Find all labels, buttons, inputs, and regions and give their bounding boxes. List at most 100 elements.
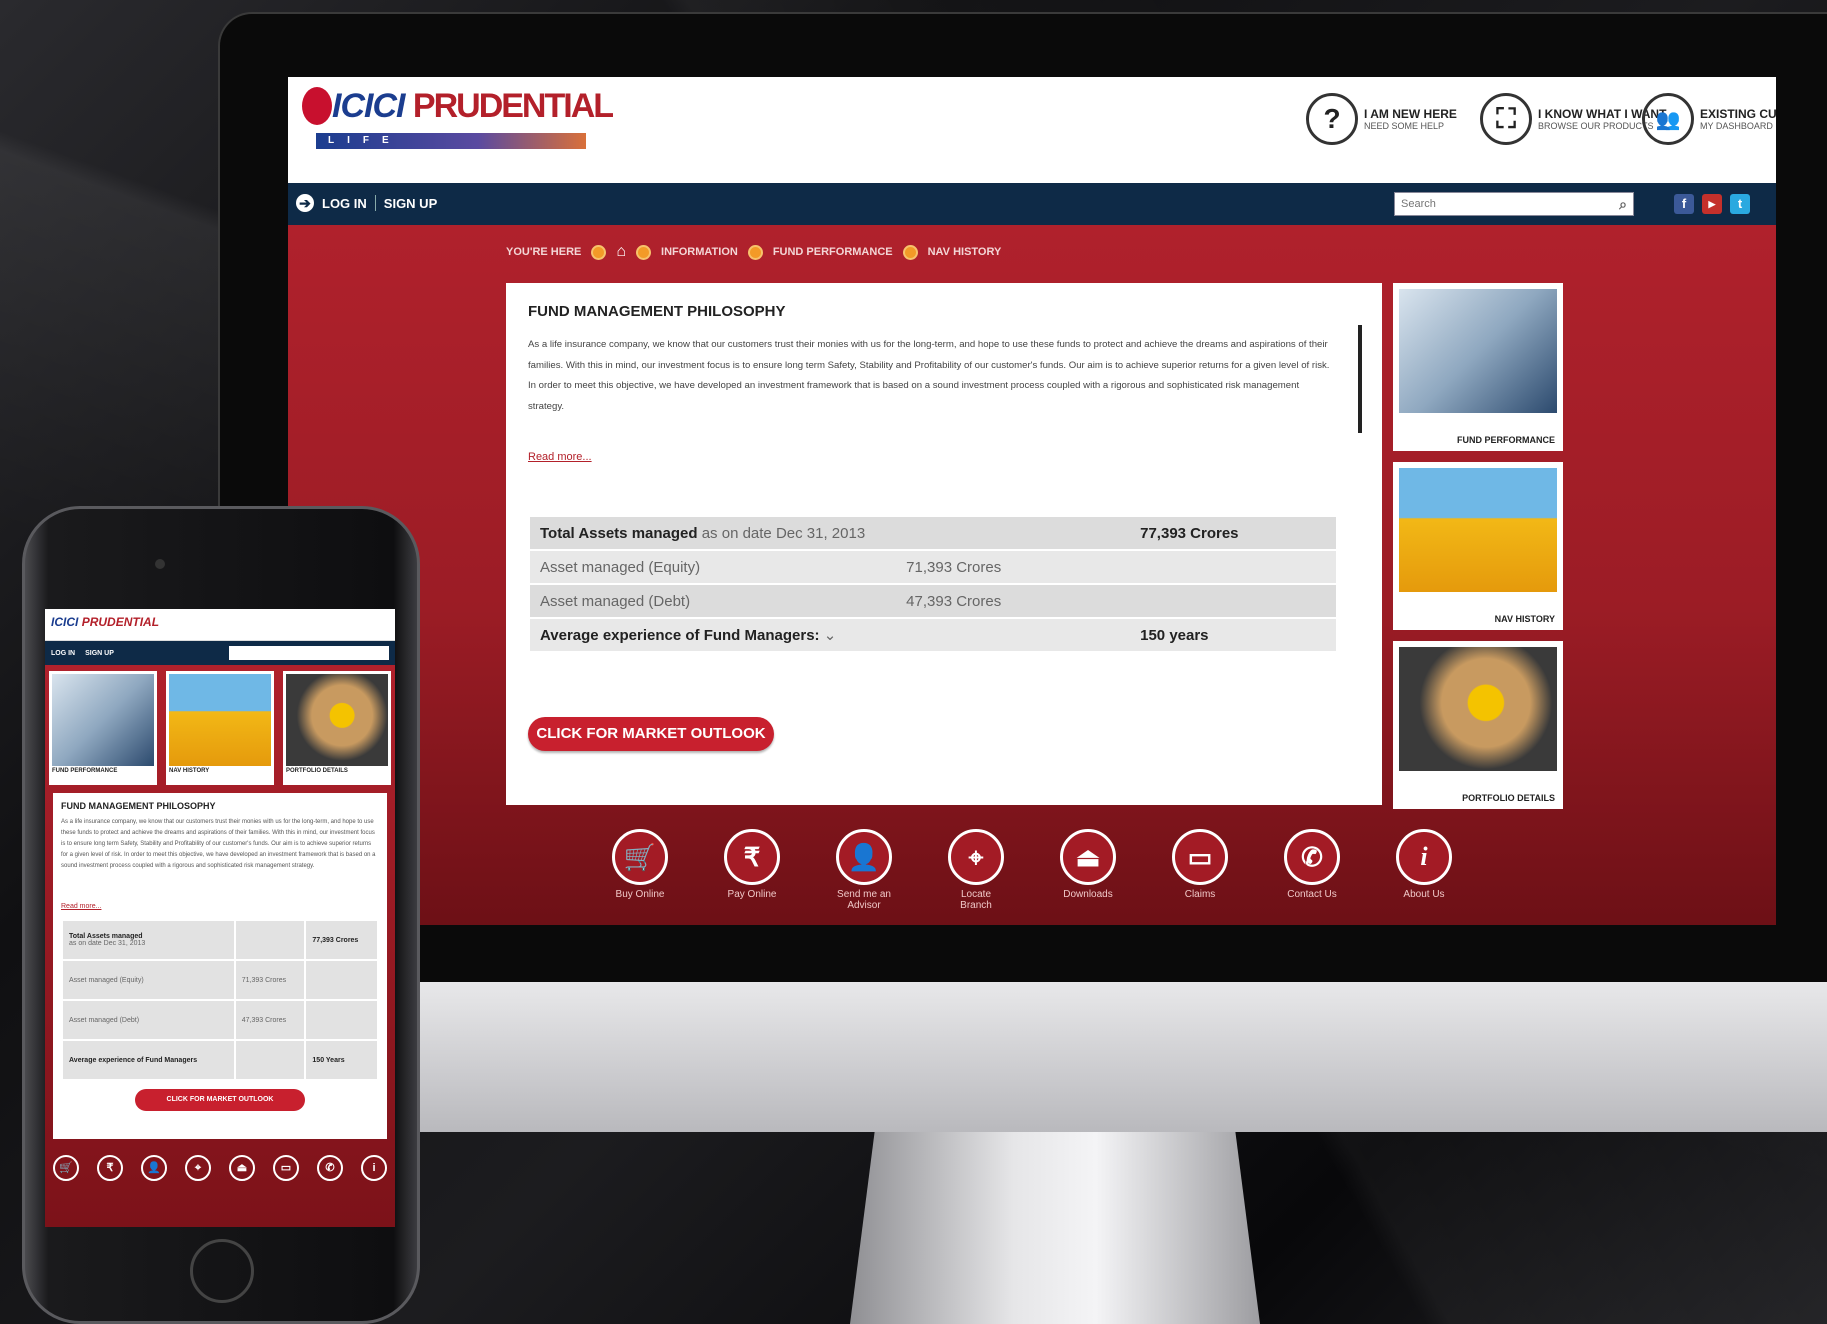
claims-icon[interactable]: ▭ <box>273 1155 299 1181</box>
read-more-link[interactable]: Read more... <box>528 451 592 463</box>
breadcrumb-nav-history[interactable]: NAV HISTORY <box>928 246 1002 258</box>
scrollbar[interactable] <box>1358 325 1362 433</box>
experience-label: Average experience of Fund Managers: <box>540 627 820 644</box>
mobile-search-input[interactable] <box>229 646 389 660</box>
brand-name-b: PRUDENTIAL <box>412 87 614 125</box>
claims-icon: ▭ <box>1172 829 1228 885</box>
thumb-caption: FUND PERFORMANCE <box>1457 435 1555 445</box>
bullet-icon <box>902 244 918 260</box>
search-icon[interactable]: ⌕ <box>1619 196 1627 213</box>
top-navbar: ➔ LOG IN SIGN UP ⌕ f ▶ t <box>288 183 1776 225</box>
search-input[interactable] <box>1401 198 1591 210</box>
download-icon[interactable]: ⏏ <box>229 1155 255 1181</box>
experience-value: 150 Years <box>306 1041 377 1079</box>
bullet-icon <box>591 244 607 260</box>
header-link-title: EXISTING CUSTOMER <box>1700 107 1776 121</box>
footer-claims[interactable]: ▭ Claims <box>1171 829 1229 911</box>
thumb-fund-performance[interactable]: FUND PERFORMANCE <box>1393 283 1563 451</box>
header-link-existing[interactable]: 👥 EXISTING CUSTOMERMY DASHBOARD <box>1642 89 1776 149</box>
equity-value: 71,393 Crores <box>896 551 1131 583</box>
logo-mark-icon <box>302 87 332 125</box>
thumb-caption: NAV HISTORY <box>169 768 210 774</box>
brand-name-a: ICICI <box>332 87 405 125</box>
cart-icon[interactable]: 🛒 <box>53 1155 79 1181</box>
total-label: Total Assets managed <box>540 524 698 542</box>
phone-icon: ✆ <box>1284 829 1340 885</box>
divider <box>374 195 376 211</box>
footer-label: Claims <box>1184 889 1216 900</box>
mobile-brand-b: PRUDENTIAL <box>81 615 160 629</box>
breadcrumb-information[interactable]: INFORMATION <box>661 246 738 258</box>
signup-link[interactable]: SIGN UP <box>384 196 437 211</box>
total-label: Total Assets managed <box>69 933 143 940</box>
advisor-icon[interactable]: 👤 <box>141 1155 167 1181</box>
home-icon[interactable]: ⌂ <box>616 243 626 261</box>
footer-icons: 🛒 Buy Online ₹ Pay Online 👤 Send me an Advi… <box>288 829 1776 911</box>
login-link[interactable]: LOG IN <box>322 196 367 211</box>
footer-advisor[interactable]: 👤 Send me an Advisor <box>835 829 893 911</box>
phone-icon[interactable]: ✆ <box>317 1155 343 1181</box>
mobile-navbar: LOG IN SIGN UP <box>45 641 395 665</box>
arrows-image <box>1399 468 1557 592</box>
box-icon: ⛶ <box>1480 93 1532 145</box>
business-people-image <box>52 674 154 766</box>
breadcrumb-prefix: YOU'RE HERE <box>506 246 582 258</box>
header-link-new[interactable]: ? I AM NEW HERE NEED SOME HELP <box>1306 89 1457 149</box>
compass-icon[interactable]: ⌖ <box>185 1155 211 1181</box>
table-row: Asset managed (Debt) 47,393 Crores <box>530 585 1336 617</box>
table-row: Total Assets managed as on date Dec 31, 2… <box>63 921 377 959</box>
footer-contact[interactable]: ✆ Contact Us <box>1283 829 1341 911</box>
main-area: YOU'RE HERE ⌂ INFORMATION FUND PERFORMAN… <box>288 225 1776 925</box>
youtube-icon[interactable]: ▶ <box>1702 194 1722 214</box>
header-link-products[interactable]: ⛶ I KNOW WHAT I WANT BROWSE OUR PRODUCTS <box>1480 89 1666 149</box>
pay-icon[interactable]: ₹ <box>97 1155 123 1181</box>
table-row: Average experience of Fund Managers: ⌄ 1… <box>530 619 1336 651</box>
home-button[interactable] <box>190 1239 254 1303</box>
desktop-screen: ICICI PRUDENTIAL LIFE INSURANCE ? I AM N… <box>288 77 1776 925</box>
facebook-icon[interactable]: f <box>1674 194 1694 214</box>
mobile-read-more-link[interactable]: Read more... <box>61 903 101 910</box>
compass-icon: ⌖ <box>948 829 1004 885</box>
mobile-login-link[interactable]: LOG IN <box>51 650 75 657</box>
thumb-portfolio-details[interactable]: PORTFOLIO DETAILS <box>1393 641 1563 809</box>
chevron-down-icon[interactable]: ⌄ <box>824 627 837 644</box>
mobile-market-outlook-button[interactable]: CLICK FOR MARKET OUTLOOK <box>135 1089 305 1111</box>
footer-buy-online[interactable]: 🛒 Buy Online <box>611 829 669 911</box>
footer-about[interactable]: i About Us <box>1395 829 1453 911</box>
header-link-title: I AM NEW HERE <box>1364 107 1457 121</box>
table-row: Average experience of Fund Managers 150 Y… <box>63 1041 377 1079</box>
content-panel: FUND MANAGEMENT PHILOSOPHY As a life ins… <box>506 283 1382 805</box>
mobile-thumb-portfolio[interactable]: PORTFOLIO DETAILS <box>283 671 391 785</box>
info-icon[interactable]: i <box>361 1155 387 1181</box>
mobile-thumb-nav[interactable]: NAV HISTORY <box>166 671 274 785</box>
footer-locate-branch[interactable]: ⌖ Locate Branch <box>947 829 1005 911</box>
advisor-icon: 👤 <box>836 829 892 885</box>
site-header: ICICI PRUDENTIAL LIFE INSURANCE ? I AM N… <box>288 77 1776 183</box>
bullet-icon <box>747 244 763 260</box>
thumb-nav-history[interactable]: NAV HISTORY <box>1393 462 1563 630</box>
mobile-thumb-fund[interactable]: FUND PERFORMANCE <box>49 671 157 785</box>
market-outlook-button[interactable]: CLICK FOR MARKET OUTLOOK <box>528 717 774 751</box>
experience-label: Average experience of Fund Managers <box>63 1041 234 1079</box>
footer-downloads[interactable]: ⏏ Downloads <box>1059 829 1117 911</box>
brand-logo[interactable]: ICICI PRUDENTIAL LIFE INSURANCE <box>296 83 656 162</box>
page-title: FUND MANAGEMENT PHILOSOPHY <box>528 303 786 320</box>
mobile-content-card: FUND MANAGEMENT PHILOSOPHY As a life ins… <box>53 793 387 1139</box>
footer-pay-online[interactable]: ₹ Pay Online <box>723 829 781 911</box>
question-icon: ? <box>1306 93 1358 145</box>
footer-label: About Us <box>1403 889 1445 900</box>
total-value: 77,393 Crores <box>1130 517 1336 549</box>
breadcrumb-fund-performance[interactable]: FUND PERFORMANCE <box>773 246 893 258</box>
table-row: Total Assets managed as on date Dec 31, … <box>530 517 1336 549</box>
thumb-caption: NAV HISTORY <box>1494 614 1555 624</box>
total-value: 77,393 Crores <box>306 921 377 959</box>
download-icon: ⏏ <box>1060 829 1116 885</box>
debt-label: Asset managed (Debt) <box>530 585 897 617</box>
mobile-signup-link[interactable]: SIGN UP <box>85 650 114 657</box>
experience-value: 150 years <box>1130 619 1336 651</box>
header-link-sub: MY DASHBOARD <box>1700 121 1773 131</box>
monitor-stand <box>850 1132 1260 1324</box>
search-box: ⌕ <box>1394 192 1634 216</box>
footer-label: Locate Branch <box>960 889 992 911</box>
twitter-icon[interactable]: t <box>1730 194 1750 214</box>
